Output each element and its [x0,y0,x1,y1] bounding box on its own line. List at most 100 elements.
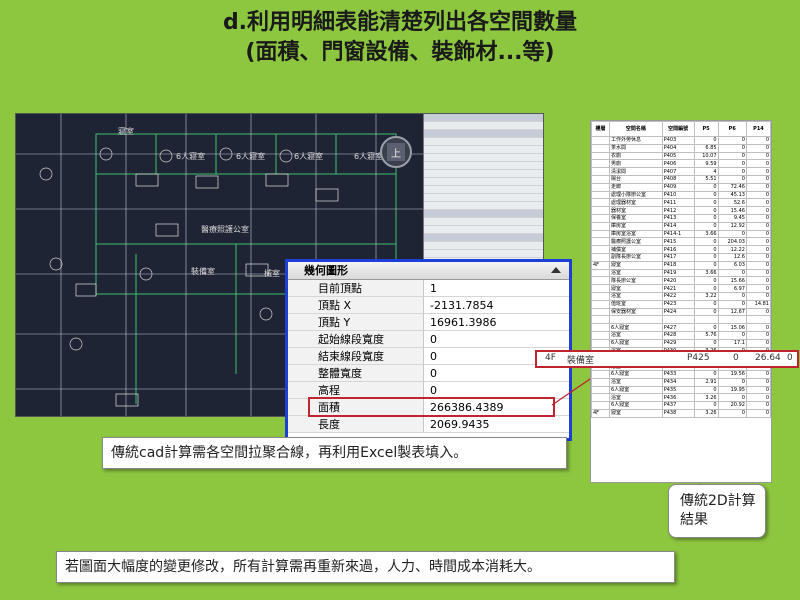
table-cell: 12.67 [717,307,747,317]
table-cell [591,307,611,317]
table-cell: 15.46 [717,206,747,215]
table-cell [609,315,663,325]
table-cell: 0 [717,408,747,418]
table-cell: 0 [693,369,719,379]
table-cell: P422 [661,291,695,301]
table-cell: P406 [661,159,695,169]
table-cell [591,268,611,278]
table-cell: P420 [661,276,695,286]
table-cell [591,174,611,184]
table-cell: P429 [661,338,695,348]
table-cell: 浴室 [609,330,663,340]
table-cell: 14.81 [745,299,771,309]
table-cell: 0 [717,159,747,169]
table-row: 4F 寢室 P418 0 6.03 0 [591,260,771,270]
table-cell: 0 [693,307,719,317]
table-cell: P428 [661,330,695,340]
table-cell: 5.51 [693,174,719,184]
table-cell: P423 [661,299,695,309]
table-row [591,315,771,325]
highlight-p6: 26.64 [755,353,781,363]
table-cell: 浴室 [609,291,663,301]
highlight-room-code: P425 [687,353,710,363]
table-cell: 0 [693,245,719,254]
table-row: 走廊 P409 0 72.46 0 [591,182,771,192]
table-cell: 寢室 [609,284,663,293]
table-cell [591,143,611,153]
table-cell: P408 [661,174,695,184]
table-cell: 0 [745,369,771,379]
table-cell: 20.92 [717,401,747,410]
table-row: 處理小隊辦公室 P410 0 45.13 0 [591,190,771,200]
table-cell: 0 [717,174,747,184]
table-row: 保安器材室 P424 0 12.67 0 [591,307,771,317]
table-cell: P403 [661,136,695,145]
table-cell: 0 [717,393,747,403]
table-cell: 0 [693,323,719,332]
table-row: 浴室 P436 3.26 0 0 [591,393,771,403]
table-cell: 清潔間 [609,167,663,176]
area-schedule-table: 樓層 空間名稱 空間編號 P5 P6 P14 工作外勞休息 P403 0 0 0 茶水間 P… [591,121,771,418]
table-cell [591,198,611,208]
table-cell: 0 [693,276,719,286]
table-cell: 工作外勞休息 [609,136,663,145]
table-cell: P405 [661,151,695,161]
table-cell: 0 [717,136,747,145]
table-cell: 6人寢室 [609,369,663,379]
table-cell: 5.76 [693,330,719,340]
table-cell: 0 [693,385,719,395]
note-change-cost: 若圖面大幅度的變更修改，所有計算需再重新來過，人力、時間成本消耗大。 [56,551,675,583]
table-row: 浴室 P434 2.91 0 0 [591,377,771,387]
table-cell: 衣廁 [609,151,663,161]
table-cell [591,229,611,239]
table-cell: P438 [661,408,695,418]
table-cell: 0 [717,167,747,176]
table-cell: 3.26 [693,408,719,418]
table-cell: 45.13 [717,190,747,200]
table-cell: 補償室 [609,245,663,254]
table-cell: 3.66 [693,229,719,239]
table-cell: 2.91 [693,377,719,387]
table-cell [591,338,611,348]
table-row: 茶水間 P404 6.85 0 0 [591,143,771,153]
table-cell [717,315,747,325]
table-cell: 0 [745,307,771,317]
table-cell: 52.6 [717,198,747,208]
table-cell: 0 [745,198,771,208]
column-header: 空間編號 [661,121,695,137]
table-cell: 0 [745,252,771,262]
table-cell: 浴室 [609,393,663,403]
table-row: 浴室 P428 5.76 0 0 [591,330,771,340]
table-cell: 0 [693,221,719,231]
table-cell: 6人寢室 [609,323,663,332]
table-cell: 走廊 [609,182,663,192]
table-row: 補償室 P416 0 12.22 0 [591,245,771,254]
table-cell: 0 [717,143,747,153]
table-cell [591,151,611,161]
table-cell: 0 [693,299,719,309]
table-cell: 3.22 [693,291,719,301]
table-row: 處理器材室 P411 0 52.6 0 [591,198,771,208]
table-cell [591,385,611,395]
highlighted-row: 4F 裝備室 P425 0 26.64 0 [535,350,799,368]
table-cell: P421 [661,284,695,293]
table-row: 男廁 P406 9.59 0 0 [591,159,771,169]
table-cell [591,167,611,176]
table-cell: 0 [745,393,771,403]
table-row: 值班室 P423 0 0 14.81 [591,299,771,309]
table-cell: 0 [745,143,771,153]
table-cell: 3.26 [693,393,719,403]
table-cell: P407 [661,167,695,176]
table-cell: 4 [693,167,719,176]
table-cell: 0 [745,268,771,278]
table-cell: 12.6 [717,252,747,262]
table-cell: 0 [745,330,771,340]
table-cell: 0 [693,213,719,223]
table-cell: 處理小隊辦公室 [609,190,663,200]
table-cell: 保安器材室 [609,307,663,317]
table-cell: 0 [745,229,771,239]
table-cell: 6.97 [717,284,747,293]
table-cell: 0 [745,136,771,145]
table-cell [745,315,771,325]
column-header: 樓層 [591,121,611,137]
